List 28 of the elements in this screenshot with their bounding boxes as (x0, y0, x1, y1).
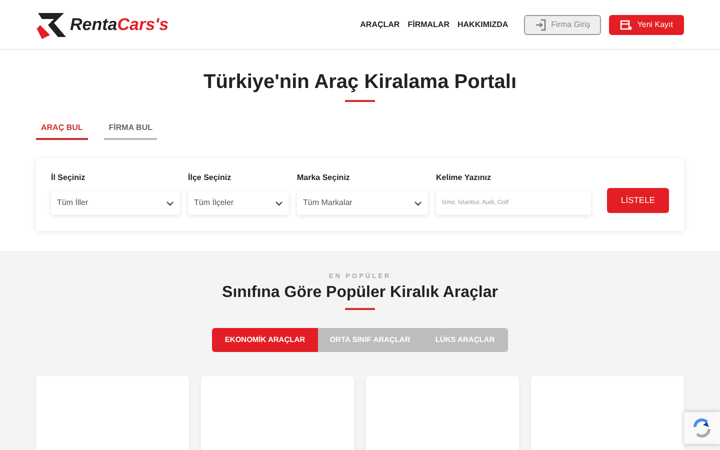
field-label: Kelime Yazınız (436, 172, 492, 184)
select-field[interactable]: Tüm İller (51, 191, 180, 215)
chevron-down-icon (275, 200, 283, 206)
page-title: Türkiye'nin Araç Kiralama Portalı (202, 70, 518, 94)
nav-link[interactable]: HAKKIMIZDA (457, 18, 508, 30)
register-button[interactable]: Yeni Kayıt (609, 14, 684, 34)
nav-link[interactable]: FİRMALAR (408, 18, 450, 30)
login-icon (535, 18, 546, 30)
chevron-down-icon (414, 200, 422, 206)
nav-link[interactable]: ARAÇLAR (360, 18, 400, 30)
chevron-down-icon (166, 200, 174, 206)
title-underline (345, 100, 375, 102)
field-label: Marka Seçiniz (297, 172, 351, 184)
register-icon (620, 18, 632, 30)
search-tab[interactable]: ARAÇ BUL (36, 122, 88, 140)
select-field[interactable]: Tüm İlçeler (188, 191, 289, 215)
section-title: Sınıfına Göre Popüler Kiralık Araçlar (221, 282, 499, 302)
search-tab[interactable]: FİRMA BUL (104, 122, 158, 140)
title-underline (345, 308, 375, 310)
logo[interactable]: RentaCars's (36, 10, 169, 38)
car-logo-icon (36, 10, 66, 38)
list-button[interactable]: LİSTELE (607, 188, 669, 213)
login-button[interactable]: Firma Giriş (524, 14, 602, 34)
select-field[interactable]: Tüm Markalar (297, 191, 428, 215)
field-label: İlçe Seçiniz (188, 172, 232, 184)
field-label: İl Seçiniz (51, 172, 86, 184)
recaptcha-icon (691, 417, 713, 439)
brand-name: RentaCars's (70, 14, 169, 36)
